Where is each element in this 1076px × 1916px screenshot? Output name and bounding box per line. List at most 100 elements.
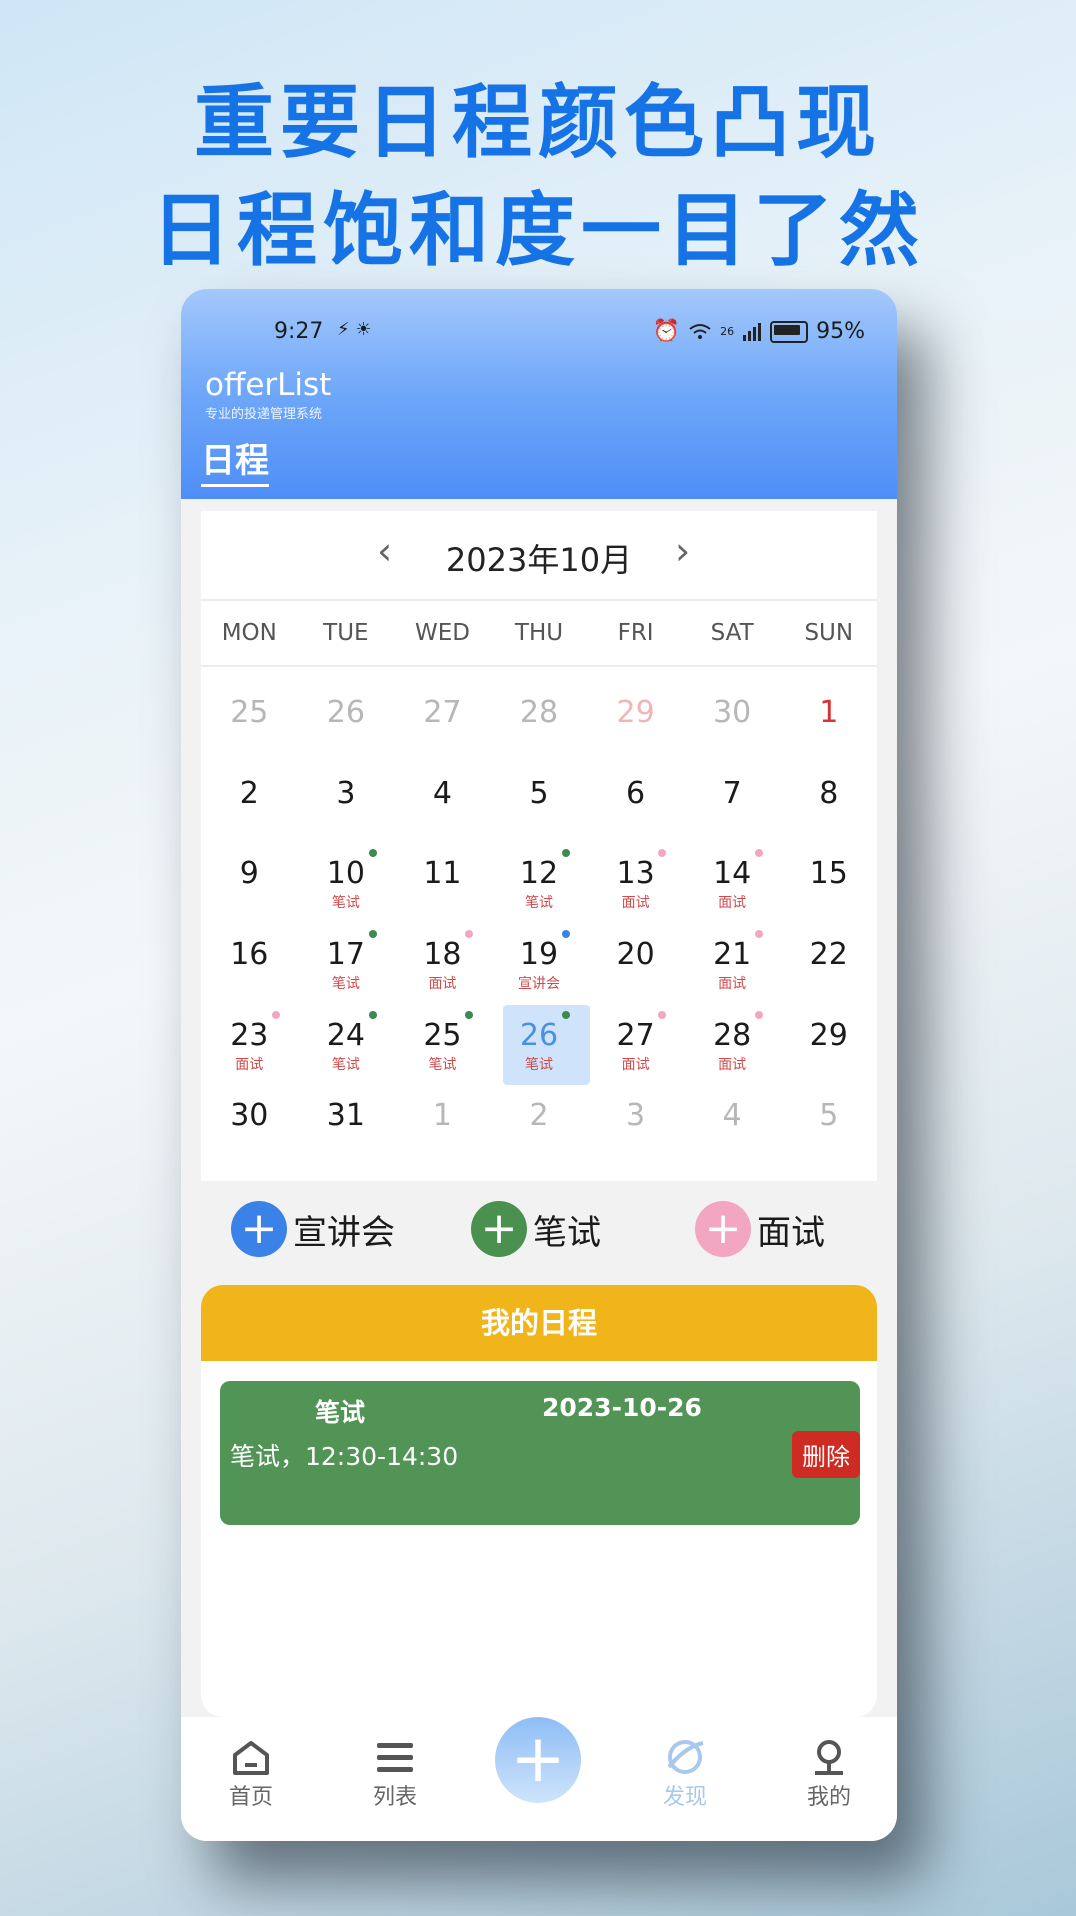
- day-number: 1: [432, 1098, 452, 1134]
- calendar-day[interactable]: 27 面试: [587, 1004, 684, 1085]
- calendar-day[interactable]: 28 面试: [684, 1004, 781, 1085]
- add-seminar-button[interactable]: + 宣讲会: [231, 1201, 395, 1257]
- calendar-day[interactable]: 5: [491, 762, 588, 843]
- calendar-day[interactable]: 10 笔试: [298, 842, 395, 923]
- day-number: 15: [809, 856, 848, 892]
- calendar-day[interactable]: 1: [394, 1084, 491, 1165]
- calendar-day[interactable]: 16: [201, 923, 298, 1004]
- calendar-day[interactable]: 24 笔试: [298, 1004, 395, 1085]
- day-number: 30: [230, 1098, 269, 1134]
- calendar-day[interactable]: 21 面试: [684, 923, 781, 1004]
- calendar-day[interactable]: 28: [491, 681, 588, 762]
- calendar-day[interactable]: 15: [780, 842, 877, 923]
- phone-frame: 9:27 ⚡ ☀ ⏰ 26 95% offerList 专业的投递管理系统 日程…: [181, 289, 897, 1841]
- next-month-icon[interactable]: ›: [675, 529, 690, 573]
- tab-profile[interactable]: 我的: [779, 1737, 879, 1811]
- event-dot-icon: [465, 1010, 474, 1019]
- calendar-day[interactable]: 31: [298, 1084, 395, 1165]
- calendar-day[interactable]: 25 笔试: [394, 1004, 491, 1085]
- calendar-day[interactable]: 26: [298, 681, 395, 762]
- calendar-day[interactable]: 1: [780, 681, 877, 762]
- calendar-day[interactable]: 29: [780, 1004, 877, 1085]
- day-number: 26: [326, 695, 365, 730]
- calendar-day[interactable]: 22: [780, 923, 877, 1004]
- add-written-test-button[interactable]: + 笔试: [471, 1201, 601, 1257]
- day-number: 1: [819, 695, 839, 730]
- calendar-day-selected[interactable]: 26 笔试: [491, 1004, 590, 1085]
- tab-profile-label: 我的: [806, 1785, 851, 1810]
- calendar-day[interactable]: 2: [491, 1084, 588, 1165]
- tab-list[interactable]: 列表: [345, 1737, 445, 1811]
- day-number: 6: [626, 775, 646, 811]
- add-interview-button[interactable]: + 面试: [695, 1201, 825, 1257]
- calendar-day[interactable]: 23 面试: [201, 1004, 298, 1085]
- day-number: 20: [616, 937, 655, 973]
- home-icon: [233, 1741, 269, 1775]
- tab-schedule[interactable]: 日程: [201, 433, 269, 487]
- list-icon: [377, 1743, 413, 1772]
- calendar-nav: ‹ 2023年10月 ›: [201, 511, 877, 601]
- calendar-day[interactable]: 19 宣讲会: [491, 923, 588, 1004]
- calendar-day[interactable]: 30: [201, 1084, 298, 1165]
- day-number: 16: [230, 937, 269, 973]
- weekday-label: FRI: [617, 620, 654, 646]
- signal-icon: [743, 322, 762, 341]
- delete-button[interactable]: 删除: [792, 1431, 860, 1478]
- calendar-day[interactable]: 18 面试: [394, 923, 491, 1004]
- calendar-day[interactable]: 3: [587, 1084, 684, 1165]
- calendar-day[interactable]: 27: [394, 681, 491, 762]
- weekday-header: MON TUE WED THU FRI SAT SUN: [201, 601, 877, 667]
- calendar-day[interactable]: 8: [780, 762, 877, 843]
- calendar-week: 16 17 笔试 18 面试 19 宣讲会 20 21 面试 22: [201, 923, 877, 1004]
- calendar-day[interactable]: 17 笔试: [298, 923, 395, 1004]
- day-number: 22: [809, 937, 848, 973]
- event-dot-icon: [754, 1010, 763, 1019]
- alarm-icon: ⏰: [652, 319, 681, 344]
- calendar-day[interactable]: 29: [587, 681, 684, 762]
- calendar-day[interactable]: 5: [780, 1084, 877, 1165]
- day-number: 17: [326, 937, 365, 973]
- day-number: 10: [326, 856, 365, 892]
- calendar-day[interactable]: 3: [298, 762, 395, 843]
- day-number: 28: [713, 1017, 752, 1053]
- calendar-day[interactable]: 7: [684, 762, 781, 843]
- calendar-day[interactable]: 25: [201, 681, 298, 762]
- schedule-event-card[interactable]: 笔试 2023-10-26 笔试，12:30-14:30 删除: [220, 1381, 860, 1525]
- calendar-day[interactable]: 20: [587, 923, 684, 1004]
- calendar-day[interactable]: 13 面试: [587, 842, 684, 923]
- headline-line-1: 重要日程颜色凸现: [194, 76, 882, 169]
- calendar-day[interactable]: 12 笔试: [491, 842, 588, 923]
- day-number: 11: [423, 856, 462, 892]
- calendar-day[interactable]: 4: [684, 1084, 781, 1165]
- my-schedule-panel: 我的日程 笔试 2023-10-26 笔试，12:30-14:30 删除: [201, 1285, 877, 1717]
- network-label: 26: [720, 325, 735, 338]
- day-number: 5: [819, 1098, 839, 1134]
- calendar-day[interactable]: 11: [394, 842, 491, 923]
- calendar-day[interactable]: 4: [394, 762, 491, 843]
- add-fab-button[interactable]: +: [495, 1717, 581, 1803]
- calendar-week: 23 面试 24 笔试 25 笔试 26 笔试 27 面试 28 面试 29: [201, 1004, 877, 1085]
- day-number: 7: [722, 775, 742, 811]
- discover-icon: [667, 1740, 704, 1774]
- app-subtitle: 专业的投递管理系统: [205, 407, 323, 422]
- tab-home[interactable]: 首页: [201, 1737, 301, 1811]
- day-number: 19: [519, 937, 559, 973]
- tab-list-label: 列表: [372, 1785, 417, 1810]
- event-dot-icon: [272, 1010, 280, 1019]
- day-number: 2: [239, 775, 259, 811]
- calendar-day[interactable]: 9: [201, 842, 298, 923]
- calendar-day[interactable]: 30: [684, 681, 781, 762]
- calendar-grid: 25 26 27 28 29 30 1 2 3 4 5 6 7 8 9 10 笔试 11 12 笔试 13 面试 14 面试 1…: [201, 681, 877, 1165]
- day-number: 28: [519, 695, 559, 730]
- calendar-day[interactable]: 6: [587, 762, 684, 843]
- status-time: 9:27: [274, 319, 324, 344]
- weekday-label: MON: [221, 620, 277, 646]
- calendar-day[interactable]: 14 面试: [684, 842, 781, 923]
- calendar-day[interactable]: 2: [201, 762, 298, 843]
- day-event-label: 面试: [718, 976, 747, 993]
- event-dot-icon: [368, 1010, 377, 1019]
- status-bar: 9:27 ⚡ ☀ ⏰ 26 95%: [181, 317, 897, 353]
- tab-discover[interactable]: 发现: [635, 1737, 735, 1811]
- profile-icon: [815, 1740, 843, 1775]
- event-date: 2023-10-26: [542, 1393, 702, 1422]
